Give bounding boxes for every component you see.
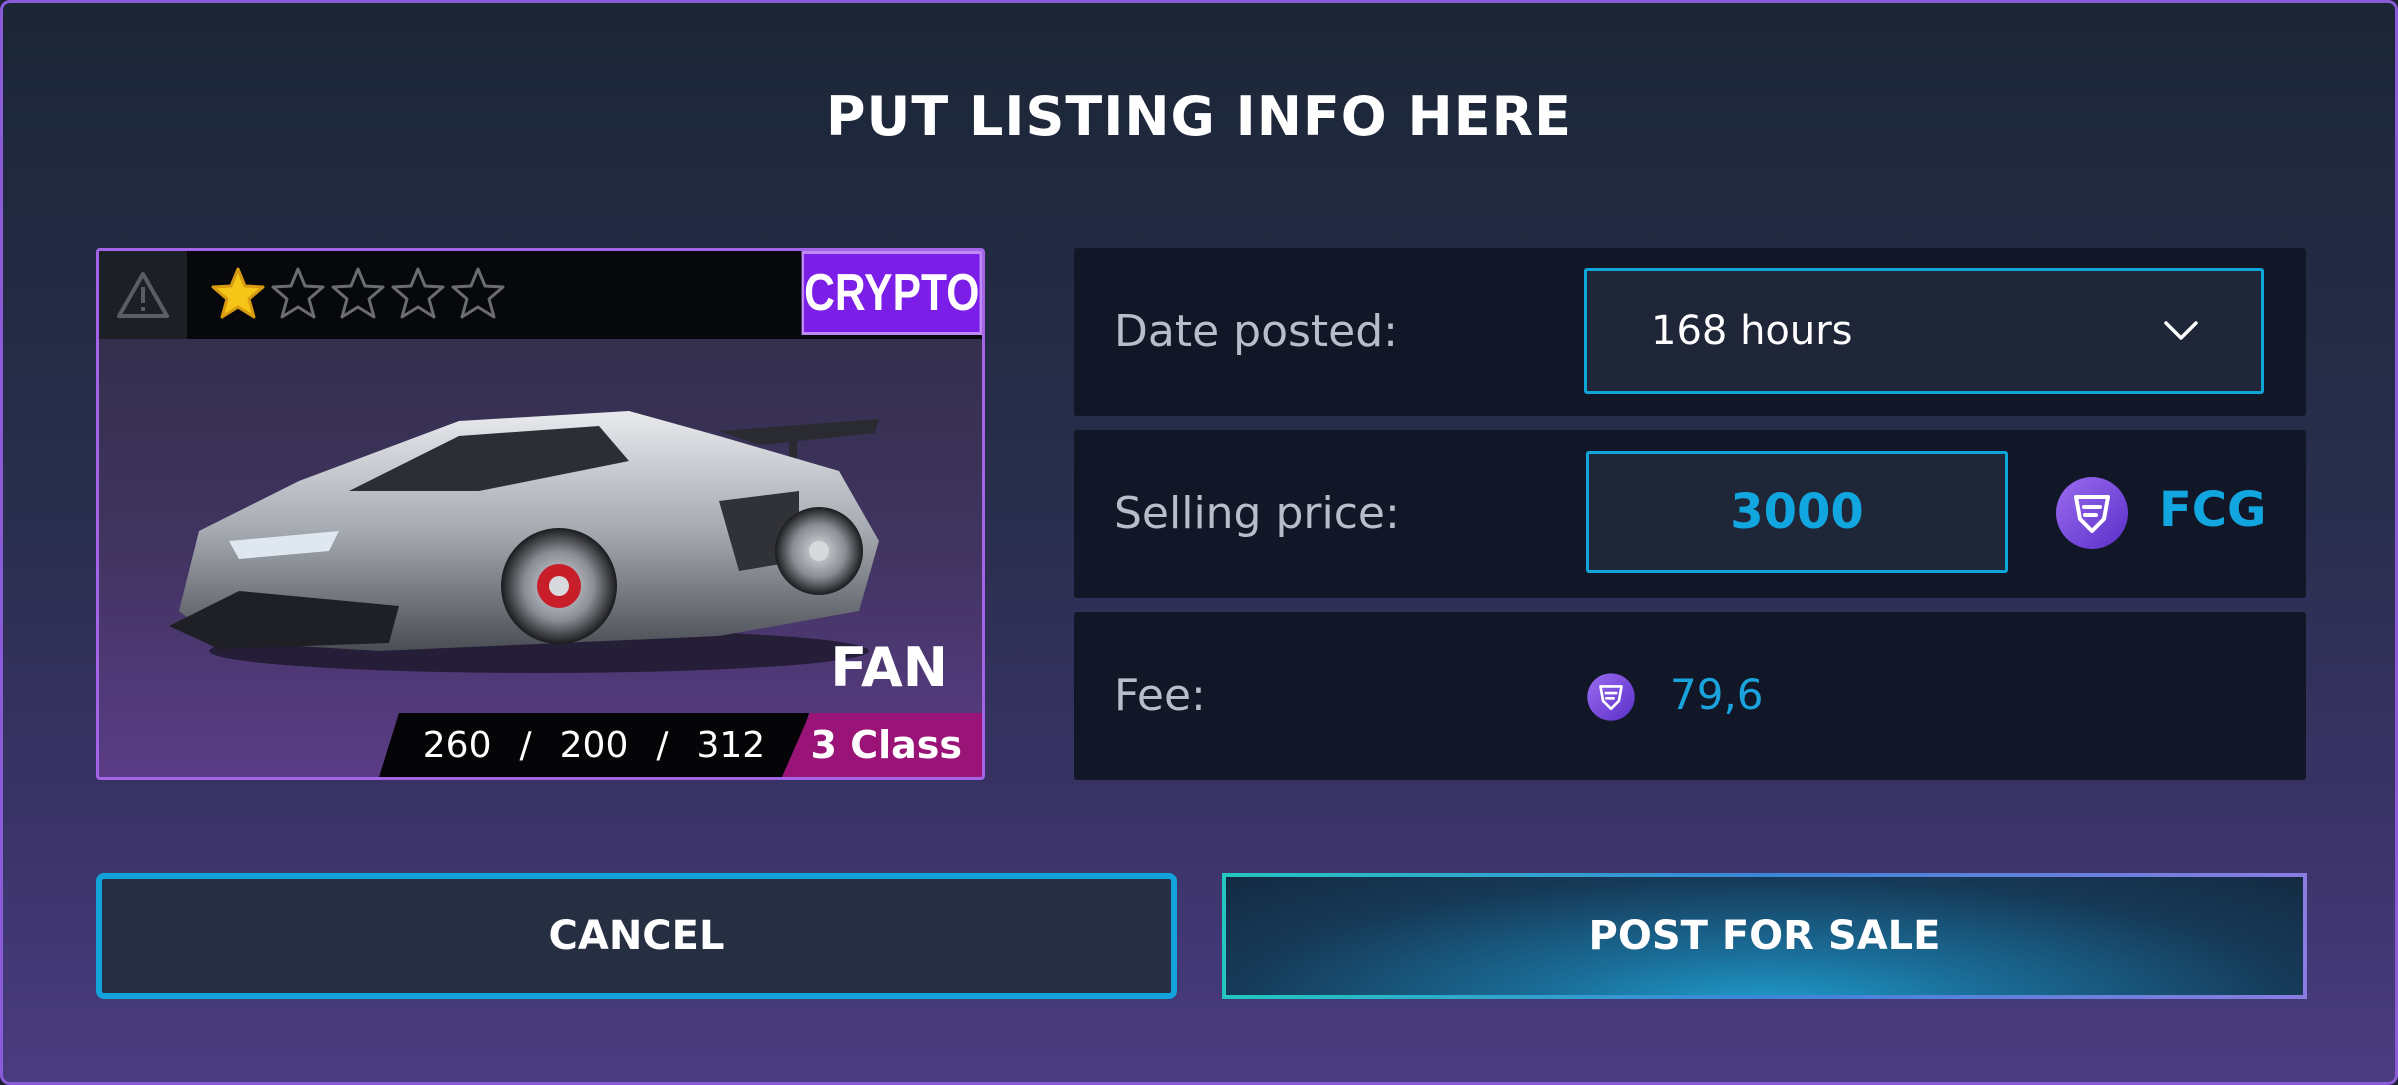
fcg-coin-icon <box>1587 673 1635 721</box>
star-empty-icon <box>331 267 385 319</box>
fee-row: Fee: 79,6 <box>1074 612 2306 780</box>
post-for-sale-button[interactable]: POST FOR SALE <box>1222 873 2307 999</box>
dialog-title: PUT LISTING INFO HERE <box>825 85 1573 148</box>
star-empty-icon <box>271 267 325 319</box>
fee-value: 79,6 <box>1670 670 1764 719</box>
cancel-button[interactable]: CANCEL <box>96 873 1177 999</box>
star-empty-icon <box>451 267 505 319</box>
warning-button[interactable] <box>99 251 187 339</box>
stat-speed: 260 <box>422 724 492 766</box>
star-empty-icon <box>391 267 445 319</box>
selling-price-row: Selling price: FCG <box>1074 430 2306 598</box>
stat-handling: 312 <box>696 724 766 766</box>
car-image <box>169 411 879 673</box>
fcg-coin-icon <box>2056 477 2128 549</box>
warning-icon <box>117 272 169 318</box>
stat-separator: / <box>656 724 669 766</box>
date-posted-select[interactable]: 168 hours <box>1584 268 2264 394</box>
date-posted-row: Date posted: 168 hours <box>1074 248 2306 416</box>
date-posted-label: Date posted: <box>1114 306 1399 357</box>
star-rating <box>209 265 507 323</box>
currency-label: FCG <box>2159 482 2267 538</box>
star-filled-icon <box>211 267 265 319</box>
chevron-down-icon <box>2164 321 2198 340</box>
car-name: FAN <box>830 636 948 699</box>
listing-dialog: PUT LISTING INFO HERE CRYPTO FAN 260 / 2… <box>0 0 2398 1085</box>
stat-acceleration: 200 <box>559 724 629 766</box>
car-stats: 260 / 200 / 312 <box>379 713 809 777</box>
stat-separator: / <box>519 724 532 766</box>
car-card[interactable]: CRYPTO FAN 260 / 200 / 312 3 Class <box>96 248 985 780</box>
class-badge: 3 Class <box>782 713 982 777</box>
selling-price-input[interactable] <box>1586 451 2008 573</box>
crypto-badge: CRYPTO <box>801 251 982 335</box>
fee-label: Fee: <box>1114 670 1206 721</box>
selling-price-label: Selling price: <box>1114 488 1400 539</box>
date-posted-value: 168 hours <box>1651 308 1853 354</box>
